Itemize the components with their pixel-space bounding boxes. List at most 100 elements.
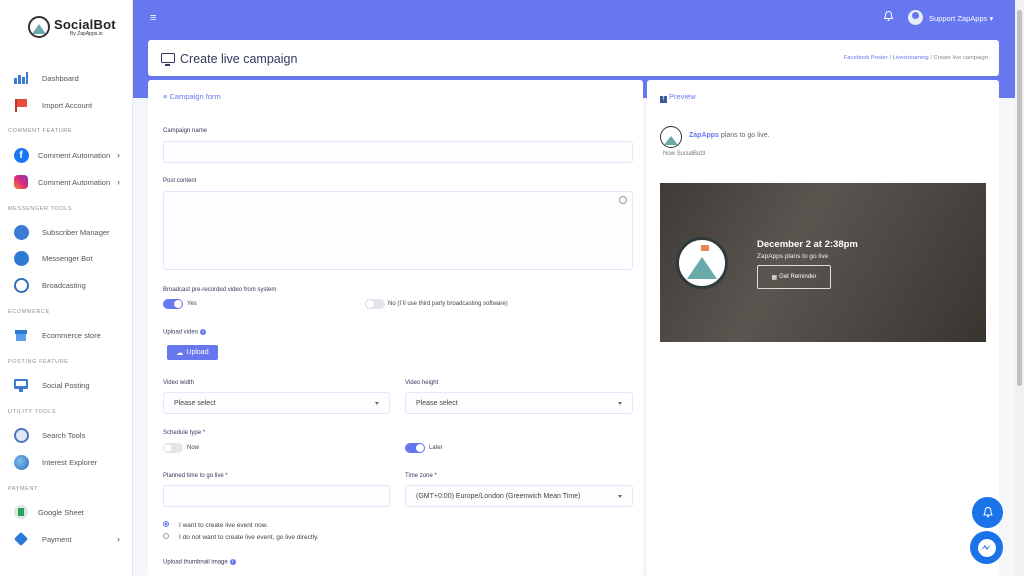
chevron-right-icon: › bbox=[117, 177, 120, 187]
monitor-icon bbox=[161, 53, 175, 66]
sidebar-item-comment-automation-instagram[interactable]: Comment Automation › bbox=[0, 172, 133, 192]
page-scrollbar[interactable] bbox=[1015, 0, 1024, 576]
sidebar-item-label: Interest Explorer bbox=[42, 457, 98, 467]
sidebar-item-dashboard[interactable]: Dashboard bbox=[0, 68, 133, 88]
get-reminder-button[interactable]: ▦ Get Reminder bbox=[757, 265, 831, 289]
video-width-label: Video width bbox=[163, 380, 194, 386]
section-heading: POSTING FEATURE bbox=[8, 359, 69, 365]
sidebar-item-interest-explorer[interactable]: Interest Explorer bbox=[0, 452, 133, 472]
campaign-name-input[interactable] bbox=[163, 141, 633, 163]
facebook-icon: f bbox=[660, 96, 667, 103]
preview-cover-image: December 2 at 2:38pm ZapApps plans to go… bbox=[660, 183, 986, 342]
broadcast-no-toggle[interactable] bbox=[365, 299, 385, 309]
post-content-textarea[interactable] bbox=[163, 191, 633, 270]
preview-plan-line: ZapApps plans to go live bbox=[757, 253, 829, 260]
section-heading: ECOMMERCE bbox=[8, 309, 50, 315]
messenger-icon bbox=[977, 538, 996, 557]
broadcast-no-label: No (I`ll use third party broadcasting so… bbox=[388, 301, 508, 307]
brand-name: SocialBot bbox=[54, 17, 116, 32]
broadcast-label: Broadcast pre-recorded video from system bbox=[163, 287, 277, 293]
flag-icon bbox=[13, 97, 29, 113]
emoji-icon[interactable] bbox=[619, 196, 627, 204]
sidebar-item-label: Payment bbox=[42, 534, 72, 544]
go-live-directly-label: I do not want to create live event, go l… bbox=[179, 534, 319, 541]
timezone-label: Time zone * bbox=[405, 473, 437, 479]
sidebar-item-subscriber-manager[interactable]: Subscriber Manager bbox=[0, 222, 133, 242]
chevron-right-icon: › bbox=[117, 150, 120, 160]
sidebar-item-label: Search Tools bbox=[42, 430, 86, 440]
sidebar-item-broadcasting[interactable]: Broadcasting bbox=[0, 275, 133, 295]
gear-icon bbox=[13, 250, 29, 266]
schedule-later-toggle[interactable] bbox=[405, 443, 425, 453]
section-heading: PAYMENT bbox=[8, 486, 38, 492]
create-event-label: I want to create live event now. bbox=[179, 522, 268, 529]
chevron-down-icon: ▾ bbox=[989, 14, 994, 23]
upload-thumbnail-label: Upload thumbnail image i bbox=[163, 559, 236, 566]
sheet-icon bbox=[13, 504, 29, 520]
store-icon bbox=[13, 327, 29, 343]
upload-video-label: Upload video i bbox=[163, 329, 207, 336]
video-height-select[interactable]: Please select bbox=[405, 392, 633, 414]
list-icon: ≡ bbox=[163, 92, 168, 101]
post-content-label: Post content bbox=[163, 178, 197, 184]
monitor-icon bbox=[13, 377, 29, 393]
sidebar-item-label: Social Posting bbox=[42, 380, 90, 390]
info-icon: i bbox=[229, 559, 236, 565]
planned-time-label: Planned time to go live * bbox=[163, 473, 228, 479]
campaign-name-label: Campaign name bbox=[163, 128, 208, 134]
bar-chart-icon bbox=[13, 70, 29, 86]
breadcrumb-separator: / bbox=[889, 55, 891, 61]
sidebar-item-label: Google Sheet bbox=[38, 507, 84, 517]
page-avatar bbox=[660, 126, 682, 148]
calendar-icon: ▦ bbox=[771, 274, 778, 281]
brand-logo[interactable]: SocialBot By ZapApps.io bbox=[28, 16, 116, 38]
facebook-icon: f bbox=[13, 147, 29, 163]
sidebar-item-label: Subscriber Manager bbox=[42, 227, 110, 237]
breadcrumb-separator: / bbox=[930, 55, 932, 61]
upload-video-button[interactable]: ☁ Upload bbox=[167, 345, 218, 360]
schedule-type-label: Schedule type * bbox=[163, 430, 206, 436]
sidebar-item-social-posting[interactable]: Social Posting bbox=[0, 375, 133, 395]
cloud-upload-icon: ☁ bbox=[176, 349, 184, 357]
globe-icon bbox=[13, 454, 29, 470]
page-header: Create live campaign Facebook Poster / L… bbox=[148, 40, 999, 76]
section-heading: COMMENT FEATURE bbox=[8, 128, 73, 134]
sidebar-item-comment-automation-facebook[interactable]: f Comment Automation › bbox=[0, 145, 133, 165]
preview-date: December 2 at 2:38pm bbox=[757, 239, 858, 250]
broadcast-yes-toggle[interactable] bbox=[163, 299, 183, 309]
logo-mountain-icon bbox=[28, 16, 50, 38]
planned-time-input[interactable] bbox=[163, 485, 390, 507]
schedule-now-toggle[interactable] bbox=[163, 443, 183, 453]
caret-down-icon bbox=[375, 402, 379, 405]
video-width-select[interactable]: Please select bbox=[163, 392, 390, 414]
breadcrumb-livestreaming[interactable]: Livestreaming bbox=[893, 55, 929, 61]
search-icon bbox=[13, 427, 29, 443]
go-live-directly-radio[interactable] bbox=[163, 533, 169, 539]
messenger-chat-button[interactable] bbox=[970, 531, 1003, 564]
caret-down-icon bbox=[618, 495, 622, 498]
avatar[interactable] bbox=[908, 10, 923, 25]
user-menu[interactable]: Support ZapApps ▾ bbox=[929, 14, 993, 23]
chevron-right-icon: › bbox=[117, 534, 120, 544]
sidebar-item-label: Comment Automation bbox=[38, 150, 111, 160]
sidebar-item-payment[interactable]: Payment › bbox=[0, 529, 133, 549]
info-icon: i bbox=[200, 329, 207, 335]
user-name: Support ZapApps bbox=[929, 14, 988, 23]
bell-icon[interactable] bbox=[883, 10, 894, 24]
create-event-radio[interactable] bbox=[163, 521, 169, 527]
sidebar-item-search-tools[interactable]: Search Tools bbox=[0, 425, 133, 445]
sidebar-item-google-sheet[interactable]: Google Sheet bbox=[0, 502, 133, 522]
preview-card: f Preview ZapApps plans to go live. Now S… bbox=[647, 80, 999, 576]
sidebar-item-import-account[interactable]: Import Account bbox=[0, 95, 133, 115]
menu-toggle-icon[interactable]: ≡ bbox=[150, 12, 156, 24]
sidebar: SocialBot By ZapApps.io Dashboard Import… bbox=[0, 0, 133, 576]
breadcrumb-current: Create live campaign bbox=[933, 55, 988, 61]
preview-heading: f Preview bbox=[660, 92, 696, 103]
preview-page-line: ZapApps plans to go live. bbox=[689, 132, 770, 139]
breadcrumb-facebook-poster[interactable]: Facebook Poster bbox=[844, 55, 888, 61]
timezone-select[interactable]: (GMT+0:00) Europe/London (Greenwich Mean… bbox=[405, 485, 633, 507]
sidebar-item-ecommerce-store[interactable]: Ecommerce store bbox=[0, 325, 133, 345]
sidebar-item-messenger-bot[interactable]: Messenger Bot bbox=[0, 248, 133, 268]
notification-fab[interactable] bbox=[972, 497, 1003, 528]
schedule-later-label: Later bbox=[429, 445, 443, 451]
